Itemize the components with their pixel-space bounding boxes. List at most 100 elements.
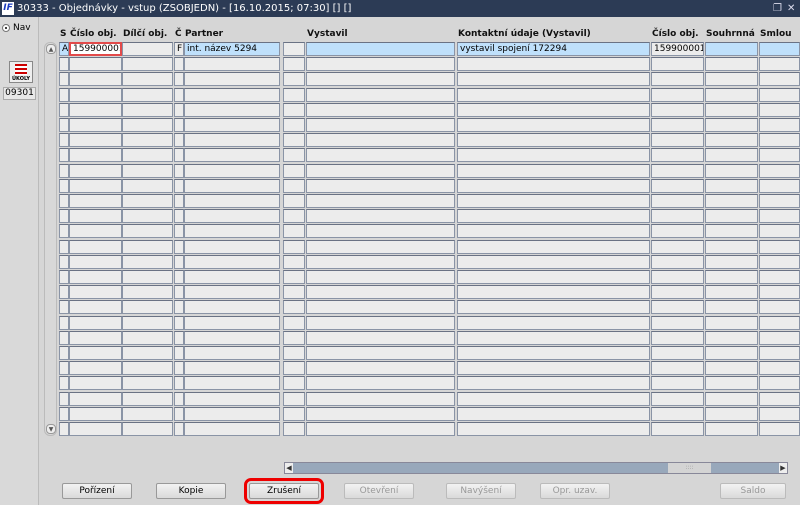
- cell-c[interactable]: [174, 240, 184, 254]
- cell-kontakt[interactable]: [457, 133, 650, 147]
- cell-smlou[interactable]: [759, 118, 800, 132]
- cell-kontakt[interactable]: [457, 179, 650, 193]
- cell-dilci[interactable]: [122, 407, 173, 421]
- cell-cislo[interactable]: 1599000010: [69, 42, 122, 56]
- cell-smlou[interactable]: [759, 407, 800, 421]
- cell-cislo2[interactable]: [651, 255, 704, 269]
- cell-s[interactable]: [59, 72, 69, 86]
- cell-blank[interactable]: [283, 376, 305, 390]
- cell-souhrnna[interactable]: [705, 148, 758, 162]
- cell-cislo2[interactable]: [651, 118, 704, 132]
- cell-vystavil[interactable]: [306, 194, 455, 208]
- cell-kontakt[interactable]: [457, 240, 650, 254]
- cell-smlou[interactable]: [759, 72, 800, 86]
- cell-souhrnna[interactable]: [705, 392, 758, 406]
- cell-vystavil[interactable]: [306, 300, 455, 314]
- cell-vystavil[interactable]: [306, 209, 455, 223]
- cell-cislo2[interactable]: [651, 57, 704, 71]
- cell-blank[interactable]: [283, 316, 305, 330]
- cell-kontakt[interactable]: [457, 72, 650, 86]
- cell-cislo2[interactable]: [651, 240, 704, 254]
- cell-blank[interactable]: [283, 346, 305, 360]
- cell-souhrnna[interactable]: [705, 164, 758, 178]
- cell-kontakt[interactable]: [457, 376, 650, 390]
- cell-dilci[interactable]: [122, 133, 173, 147]
- cell-c[interactable]: [174, 422, 184, 436]
- cell-vystavil[interactable]: [306, 133, 455, 147]
- cell-partner[interactable]: [184, 88, 280, 102]
- cell-cislo2[interactable]: [651, 392, 704, 406]
- cell-partner[interactable]: [184, 133, 280, 147]
- cell-vystavil[interactable]: [306, 72, 455, 86]
- cell-s[interactable]: [59, 376, 69, 390]
- cell-smlou[interactable]: [759, 346, 800, 360]
- cell-smlou[interactable]: [759, 376, 800, 390]
- cell-dilci[interactable]: [122, 179, 173, 193]
- cell-cislo2[interactable]: [651, 300, 704, 314]
- cell-dilci[interactable]: [122, 270, 173, 284]
- cell-partner[interactable]: [184, 407, 280, 421]
- cell-smlou[interactable]: [759, 316, 800, 330]
- cell-smlou[interactable]: [759, 255, 800, 269]
- kopie-button[interactable]: Kopie: [156, 483, 226, 499]
- column-header-partner[interactable]: Partner: [185, 29, 223, 39]
- cell-cislo[interactable]: [69, 346, 122, 360]
- cell-vystavil[interactable]: [306, 331, 455, 345]
- cell-souhrnna[interactable]: [705, 194, 758, 208]
- cell-vystavil[interactable]: [306, 255, 455, 269]
- cell-cislo2[interactable]: [651, 422, 704, 436]
- cell-cislo[interactable]: [69, 224, 122, 238]
- cell-souhrnna[interactable]: [705, 209, 758, 223]
- cell-cislo[interactable]: [69, 209, 122, 223]
- cell-vystavil[interactable]: [306, 316, 455, 330]
- cell-kontakt[interactable]: vystavil spojení 172294: [457, 42, 650, 56]
- cell-souhrnna[interactable]: [705, 133, 758, 147]
- cell-blank[interactable]: [283, 148, 305, 162]
- cell-c[interactable]: [174, 331, 184, 345]
- cell-cislo2[interactable]: 1599000010: [651, 42, 704, 56]
- cell-dilci[interactable]: [122, 209, 173, 223]
- column-header-dilci[interactable]: Dílčí obj.: [123, 29, 167, 39]
- cell-c[interactable]: [174, 270, 184, 284]
- cell-vystavil[interactable]: [306, 103, 455, 117]
- cell-dilci[interactable]: [122, 164, 173, 178]
- cell-smlou[interactable]: [759, 133, 800, 147]
- cell-s[interactable]: [59, 270, 69, 284]
- cell-s[interactable]: [59, 361, 69, 375]
- cell-partner[interactable]: [184, 270, 280, 284]
- cell-blank[interactable]: [283, 361, 305, 375]
- cell-vystavil[interactable]: [306, 285, 455, 299]
- cell-vystavil[interactable]: [306, 164, 455, 178]
- cell-partner[interactable]: [184, 316, 280, 330]
- cell-smlou[interactable]: [759, 179, 800, 193]
- cell-blank[interactable]: [283, 118, 305, 132]
- cell-partner[interactable]: [184, 331, 280, 345]
- cell-kontakt[interactable]: [457, 88, 650, 102]
- cell-blank[interactable]: [283, 72, 305, 86]
- cell-c[interactable]: [174, 224, 184, 238]
- cell-kontakt[interactable]: [457, 57, 650, 71]
- cell-cislo2[interactable]: [651, 361, 704, 375]
- cell-cislo[interactable]: [69, 57, 122, 71]
- cell-kontakt[interactable]: [457, 392, 650, 406]
- cell-cislo[interactable]: [69, 407, 122, 421]
- cell-cislo[interactable]: [69, 376, 122, 390]
- cell-dilci[interactable]: [122, 392, 173, 406]
- cell-c[interactable]: F: [174, 42, 184, 56]
- cell-cislo[interactable]: [69, 164, 122, 178]
- cell-cislo[interactable]: [69, 392, 122, 406]
- cell-souhrnna[interactable]: [705, 72, 758, 86]
- cell-cislo2[interactable]: [651, 224, 704, 238]
- cell-s[interactable]: [59, 300, 69, 314]
- cell-smlou[interactable]: [759, 194, 800, 208]
- cell-c[interactable]: [174, 209, 184, 223]
- cell-c[interactable]: [174, 407, 184, 421]
- cell-partner[interactable]: [184, 285, 280, 299]
- zru-en-button[interactable]: Zrušení: [244, 478, 324, 504]
- cell-blank[interactable]: [283, 209, 305, 223]
- cell-dilci[interactable]: [122, 118, 173, 132]
- cell-souhrnna[interactable]: [705, 88, 758, 102]
- cell-dilci[interactable]: [122, 422, 173, 436]
- cell-partner[interactable]: [184, 57, 280, 71]
- column-header-s[interactable]: S: [60, 29, 66, 39]
